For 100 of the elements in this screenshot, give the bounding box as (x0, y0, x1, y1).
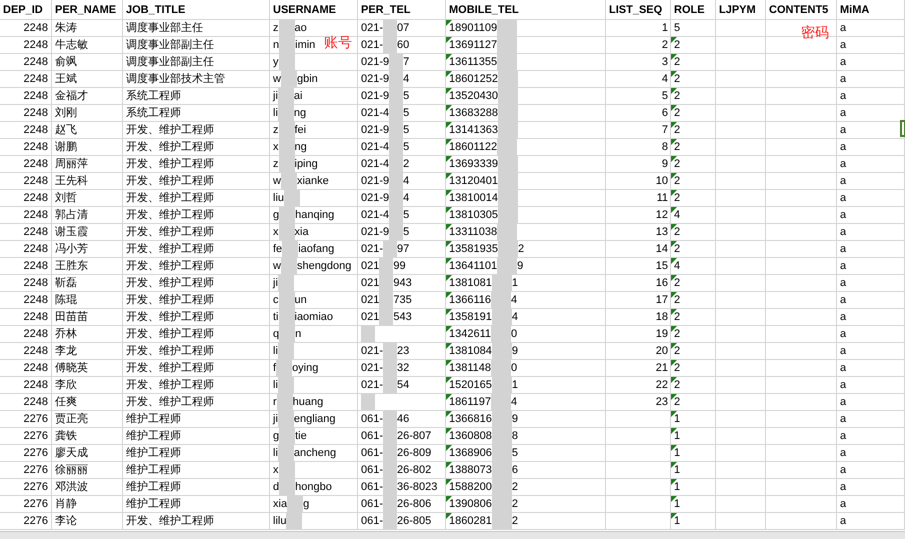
table-cell: a (837, 139, 905, 156)
cell-text: fei (294, 123, 306, 138)
cell-text: 1358191 (449, 310, 492, 325)
cell-text: n (295, 327, 302, 342)
empty-cell (766, 20, 837, 37)
cell-text: engliang (294, 412, 336, 427)
cell-text: xianke (296, 174, 329, 189)
table-cell: a (837, 479, 905, 496)
table-cell: 冯小芳 (52, 241, 123, 258)
table-cell: 19 (606, 326, 671, 343)
cell-text: 13120401 (449, 174, 498, 189)
cell-text: 061- (361, 514, 384, 529)
cell-text: 4 (403, 174, 410, 189)
table-cell: 调度事业部副主任 (123, 54, 270, 71)
table-cell: 5 (606, 88, 671, 105)
table-cell: 2 (606, 37, 671, 54)
table-cell: 2276 (0, 513, 52, 530)
cell-text: ji (273, 276, 278, 291)
column-header: CONTENT5 (766, 0, 837, 20)
cell-text: 46 (397, 412, 410, 427)
column-header: JOB_TITLE (123, 0, 270, 20)
empty-cell (716, 71, 766, 88)
cell-text: 26-806 (397, 497, 432, 512)
cell-text: x (273, 463, 278, 478)
empty-cell (766, 156, 837, 173)
cell-text: 1368906 (449, 446, 492, 461)
table-cell: 2 (671, 54, 716, 71)
table-cell: 傅晓英 (52, 360, 123, 377)
cell-text: 1861197 (449, 395, 492, 410)
cell-text: 99 (393, 259, 406, 274)
cell-text: n (273, 38, 280, 53)
cell-text: hongbo (295, 480, 332, 495)
table-cell: 谢鹏 (52, 139, 123, 156)
cell-text: ji (273, 412, 278, 427)
table-cell: 3 (606, 54, 671, 71)
cell-text: li (273, 106, 278, 121)
cell-text: 9 (517, 259, 524, 274)
table-cell: 2 (671, 309, 716, 326)
annotation-text: 密码 (801, 24, 829, 40)
empty-cell (716, 54, 766, 71)
cell-text: 021- (361, 344, 384, 359)
table-cell: 2248 (0, 326, 52, 343)
table-cell: 2248 (0, 156, 52, 173)
horizontal-scrollbar[interactable] (0, 531, 905, 539)
cell-text: 1342611 (449, 327, 492, 342)
empty-cell (716, 139, 766, 156)
table-cell: 任爽 (52, 394, 123, 411)
table-cell: 2276 (0, 445, 52, 462)
table-cell: 4 (671, 258, 716, 275)
empty-cell (716, 292, 766, 309)
table-cell: 1 (606, 20, 671, 37)
cell-text: huang (292, 395, 324, 410)
cell-text: 26-807 (397, 429, 432, 444)
empty-cell (766, 292, 837, 309)
table-cell: 2 (671, 292, 716, 309)
table-cell: 2276 (0, 462, 52, 479)
cell-text: 021- (361, 361, 384, 376)
table-cell: 2 (671, 394, 716, 411)
table-cell: 开发、维护工程师 (123, 360, 270, 377)
table-cell: 2248 (0, 292, 52, 309)
table-cell: 开发、维护工程师 (123, 173, 270, 190)
cell-text: 021-4 (361, 157, 390, 172)
cell-text: 2 (512, 497, 518, 512)
empty-cell (716, 88, 766, 105)
table-cell: 李论 (52, 513, 123, 530)
cell-text: z (273, 21, 278, 36)
table-cell: 靳磊 (52, 275, 123, 292)
cell-text: 9 (512, 344, 518, 359)
table-cell: 开发、维护工程师 (123, 122, 270, 139)
table-cell: a (837, 377, 905, 394)
table-cell: 1 (671, 428, 716, 445)
empty-cell (766, 445, 837, 462)
cell-text: 021-4 (361, 140, 390, 155)
table-cell: a (837, 394, 905, 411)
cell-text: 061- (361, 497, 384, 512)
cell-text: 021 (361, 310, 380, 325)
cell-text: 13581935 (449, 242, 498, 257)
table-cell: 调度事业部技术主管 (123, 71, 270, 88)
cell-text: 5 (403, 123, 410, 138)
table-cell: 维护工程师 (123, 411, 270, 428)
cell-text: w (273, 174, 281, 189)
table-cell: a (837, 37, 905, 54)
table-cell: 13 (606, 224, 671, 241)
table-cell: 7 (606, 122, 671, 139)
cell-text: w (273, 72, 281, 87)
table-cell: a (837, 411, 905, 428)
cell-text: 543 (393, 310, 412, 325)
table-cell: 开发、维护工程师 (123, 207, 270, 224)
cell-text: 26-802 (397, 463, 432, 478)
table-cell: 周丽萍 (52, 156, 123, 173)
cell-text: 021-9 (361, 174, 390, 189)
table-cell: 开发、维护工程师 (123, 224, 270, 241)
empty-cell (766, 71, 837, 88)
table-cell: 2248 (0, 394, 52, 411)
table-cell: a (837, 343, 905, 360)
cell-text: y (273, 55, 278, 70)
cell-text: ai (294, 89, 302, 104)
table-cell: 陈琨 (52, 292, 123, 309)
table-cell: 1 (671, 411, 716, 428)
cell-text: lilu (273, 514, 286, 529)
